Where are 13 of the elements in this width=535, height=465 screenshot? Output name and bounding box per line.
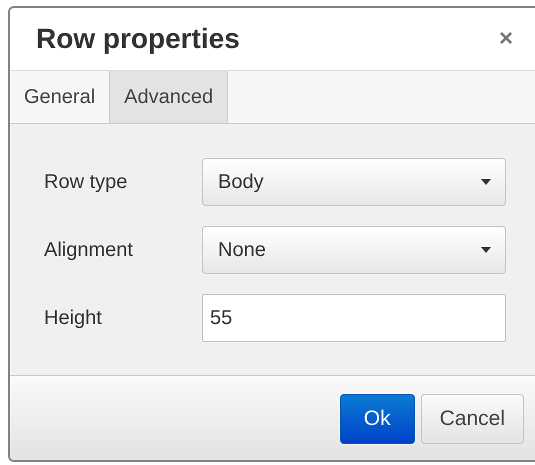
field-label: Height [44,306,103,330]
field-label: Row type [44,170,128,194]
caret-icon [481,247,491,253]
dialog-title: Row properties [36,23,240,55]
dropdown-field[interactable]: Body [202,158,506,206]
caret-icon [481,179,491,185]
input-field[interactable]: 55 [202,294,506,342]
cancel-button[interactable]: Cancel [420,394,524,444]
tab[interactable]: Advanced [110,71,228,123]
field-label: Alignment [44,238,134,262]
dropdown-field[interactable]: None [202,226,506,274]
ok-button[interactable]: Ok [340,394,415,444]
close-button[interactable]: × [496,25,515,53]
